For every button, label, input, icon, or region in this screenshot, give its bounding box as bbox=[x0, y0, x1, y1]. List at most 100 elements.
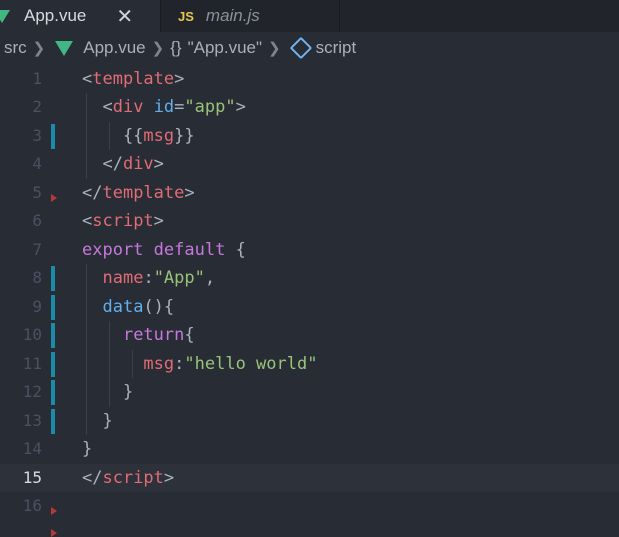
modified-line-marker bbox=[51, 380, 55, 405]
code-text: } bbox=[82, 435, 92, 464]
line-number: 2 bbox=[32, 97, 42, 116]
line-number: 8 bbox=[32, 268, 42, 287]
code-token: </ bbox=[82, 182, 103, 203]
code-token: data bbox=[102, 296, 144, 317]
breadcrumb-section[interactable]: script bbox=[316, 38, 357, 58]
code-token: msg bbox=[143, 353, 175, 374]
code-token: div bbox=[112, 97, 144, 117]
code-token: </ bbox=[82, 467, 103, 488]
fold-arrow-icon[interactable] bbox=[51, 507, 57, 515]
vue-icon bbox=[55, 40, 74, 56]
code-line[interactable]: 2 <div id="app"> bbox=[0, 93, 619, 122]
code-token: { bbox=[225, 239, 246, 260]
code-token: template bbox=[92, 68, 175, 89]
code-text: export default { bbox=[82, 236, 246, 265]
code-text: name:"App", bbox=[82, 264, 215, 293]
modified-line-marker bbox=[51, 408, 55, 434]
code-token: : bbox=[143, 268, 154, 288]
code-token: } bbox=[82, 410, 113, 431]
code-line[interactable]: 10 return{ bbox=[0, 321, 619, 350]
code-token: </ bbox=[82, 154, 123, 174]
line-number: 6 bbox=[32, 211, 42, 230]
code-token: }} bbox=[174, 125, 195, 146]
code-line[interactable]: 11 msg:"hello world" bbox=[0, 349, 619, 379]
line-number: 4 bbox=[32, 154, 42, 173]
code-token: "app" bbox=[184, 97, 236, 117]
code-token: (){ bbox=[143, 296, 175, 317]
breadcrumb-file[interactable]: App.vue bbox=[83, 38, 145, 58]
code-text: </template> bbox=[82, 179, 195, 208]
breadcrumb: src ❯ App.vue ❯ {} "App.vue" ❯ script bbox=[0, 32, 619, 64]
code-token: > bbox=[184, 182, 195, 203]
code-line[interactable]: 5 </template> bbox=[0, 179, 619, 208]
code-token: {{ bbox=[82, 125, 144, 146]
code-text: <div id="app"> bbox=[82, 93, 245, 122]
code-line[interactable]: 13 } bbox=[0, 406, 619, 436]
breadcrumb-folder[interactable]: src bbox=[4, 38, 27, 58]
tab-label: App.vue bbox=[24, 6, 87, 25]
code-token: export bbox=[82, 239, 144, 260]
braces-icon: {} bbox=[170, 38, 182, 57]
code-token: } bbox=[82, 382, 134, 402]
modified-line-marker bbox=[51, 266, 55, 291]
code-text: } bbox=[82, 407, 113, 436]
code-line[interactable]: 6 <script> bbox=[0, 207, 619, 236]
code-line[interactable]: 8 name:"App", bbox=[0, 264, 619, 293]
code-token: < bbox=[82, 68, 93, 89]
line-number: 3 bbox=[32, 125, 42, 145]
line-number: 10 bbox=[22, 325, 42, 344]
code-token: name bbox=[102, 268, 144, 288]
line-number: 11 bbox=[22, 353, 42, 373]
fold-arrow-icon[interactable] bbox=[51, 193, 57, 202]
code-line[interactable]: 7 export default { bbox=[0, 236, 619, 265]
code-editor[interactable]: 1 <template> 2 <div id="app"> 3 {{msg}} 4 </… bbox=[0, 64, 619, 537]
code-token: script bbox=[92, 211, 154, 231]
code-token: } bbox=[82, 439, 93, 459]
code-token: > bbox=[174, 68, 185, 89]
chevron-right-icon: ❯ bbox=[268, 40, 281, 57]
vue-icon bbox=[0, 9, 10, 23]
code-token: "App" bbox=[153, 268, 205, 288]
modified-line-marker bbox=[51, 294, 55, 320]
close-icon[interactable]: ✕ bbox=[116, 4, 133, 29]
code-token: { bbox=[184, 325, 195, 345]
code-text: <template> bbox=[82, 65, 184, 94]
fold-arrow-icon[interactable] bbox=[51, 528, 57, 537]
tab-main-js[interactable]: JS main.js bbox=[160, 0, 340, 32]
line-number: 13 bbox=[22, 410, 42, 430]
code-line[interactable]: 3 {{msg}} bbox=[0, 121, 619, 151]
chevron-right-icon: ❯ bbox=[151, 40, 165, 57]
line-number: 12 bbox=[22, 382, 42, 401]
modified-line-marker bbox=[51, 123, 55, 149]
code-line[interactable]: 9 data(){ bbox=[0, 292, 619, 322]
code-token: "hello world" bbox=[184, 353, 318, 374]
tab-label: main.js bbox=[205, 6, 260, 25]
code-token: < bbox=[82, 97, 113, 117]
code-line[interactable]: 1 <template> bbox=[0, 65, 619, 94]
code-token: div bbox=[122, 154, 154, 174]
code-line[interactable]: 15 </script> bbox=[0, 463, 619, 492]
line-number: 15 bbox=[22, 467, 42, 487]
code-token: , bbox=[204, 268, 216, 288]
code-token: script bbox=[102, 467, 164, 488]
tab-app-vue[interactable]: App.vue ✕ bbox=[0, 0, 160, 32]
code-line[interactable]: 12 } bbox=[0, 378, 619, 407]
breadcrumb-symbol[interactable]: "App.vue" bbox=[188, 38, 262, 58]
modified-line-marker bbox=[51, 323, 55, 348]
cube-icon bbox=[289, 36, 312, 60]
code-line[interactable]: 4 </div> bbox=[0, 150, 619, 179]
code-text: data(){ bbox=[82, 293, 174, 322]
code-token: = bbox=[174, 97, 185, 117]
code-text: {{msg}} bbox=[82, 122, 195, 151]
code-text: msg:"hello world" bbox=[82, 350, 317, 379]
line-number: 5 bbox=[32, 182, 42, 202]
code-token: template bbox=[102, 182, 185, 203]
code-token: > bbox=[153, 154, 164, 174]
code-line[interactable]: 16 bbox=[0, 492, 619, 521]
code-line[interactable]: 14} bbox=[0, 435, 619, 464]
